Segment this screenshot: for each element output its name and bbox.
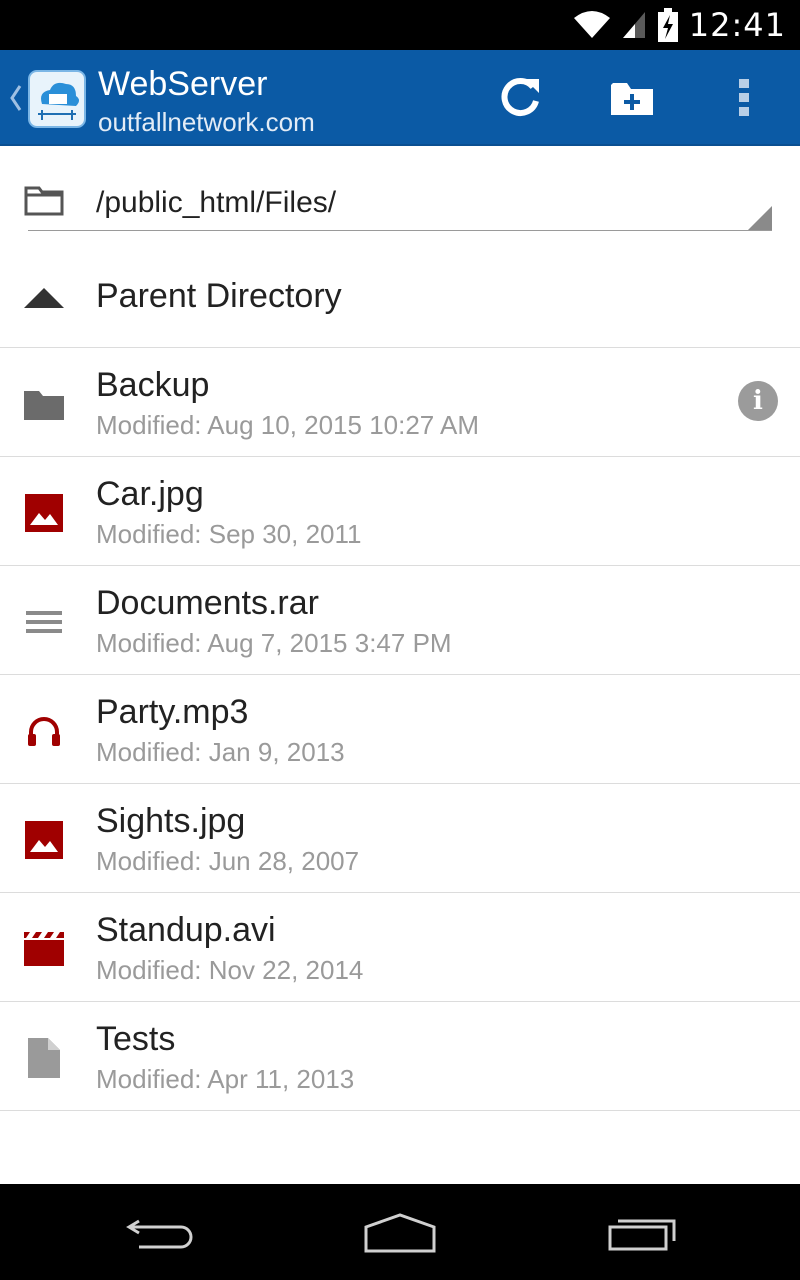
action-bar: WebServer outfallnetwork.com: [0, 50, 800, 146]
current-path: /public_html/Files/: [96, 186, 337, 219]
recents-icon: [608, 1219, 676, 1251]
app-logo-icon[interactable]: [28, 70, 86, 128]
item-name: Sights.jpg: [96, 802, 246, 840]
video-icon: [24, 929, 64, 969]
list-item[interactable]: Party.mp3 Modified: Jan 9, 2013: [0, 675, 800, 784]
info-icon: i: [753, 386, 763, 416]
item-name: Car.jpg: [96, 475, 204, 513]
item-name: Party.mp3: [96, 693, 249, 731]
list-item[interactable]: Standup.avi Modified: Nov 22, 2014: [0, 893, 800, 1002]
archive-icon: [24, 602, 64, 642]
item-modified: Modified: Jan 9, 2013: [96, 737, 345, 767]
back-button[interactable]: [120, 1208, 200, 1258]
image-icon: [24, 820, 64, 860]
item-name: Tests: [96, 1020, 176, 1058]
item-modified: Modified: Jun 28, 2007: [96, 846, 360, 876]
item-name: Documents.rar: [96, 584, 319, 622]
item-modified: Modified: Sep 30, 2011: [96, 519, 362, 549]
status-time: 12:41: [688, 6, 786, 44]
refresh-button[interactable]: [490, 68, 550, 128]
parent-directory-row[interactable]: Parent Directory: [0, 240, 800, 348]
overflow-menu-button[interactable]: [714, 68, 774, 128]
info-button[interactable]: i: [738, 381, 778, 421]
app-title: WebServer: [98, 65, 268, 103]
folder-outline-icon: [24, 186, 64, 216]
refresh-icon: [501, 78, 539, 116]
back-arrow-icon: [126, 1219, 193, 1249]
item-name: Backup: [96, 366, 210, 404]
path-selector[interactable]: /public_html/Files/: [0, 146, 800, 240]
file-list: Parent Directory Backup Modified: Aug 10…: [0, 240, 800, 1111]
battery-charging-icon: [657, 8, 678, 42]
headphones-icon: [24, 711, 64, 751]
list-item[interactable]: Backup Modified: Aug 10, 2015 10:27 AM i: [0, 348, 800, 457]
more-vertical-icon: [739, 79, 749, 116]
item-modified: Modified: Apr 11, 2013: [96, 1064, 355, 1094]
document-icon: [24, 1038, 64, 1078]
recents-button[interactable]: [602, 1208, 682, 1258]
folder-add-icon: [611, 83, 653, 115]
item-modified: Modified: Aug 7, 2015 3:47 PM: [96, 628, 452, 658]
item-modified: Modified: Aug 10, 2015 10:27 AM: [96, 410, 480, 440]
list-item[interactable]: Sights.jpg Modified: Jun 28, 2007: [0, 784, 800, 893]
parent-directory-label: Parent Directory: [96, 277, 342, 315]
list-item[interactable]: Tests Modified: Apr 11, 2013: [0, 1002, 800, 1111]
folder-icon: [24, 384, 64, 424]
arrow-up-icon: [24, 288, 64, 308]
chevron-left-icon[interactable]: [6, 80, 24, 116]
dropdown-corner-icon: [748, 206, 772, 230]
image-icon: [24, 493, 64, 533]
cell-signal-icon: [622, 12, 645, 38]
home-button[interactable]: [360, 1208, 440, 1258]
status-bar: 12:41: [0, 0, 800, 50]
wifi-icon: [573, 11, 610, 38]
item-modified: Modified: Nov 22, 2014: [96, 955, 364, 985]
navigation-bar: [0, 1184, 800, 1280]
app-subtitle: outfallnetwork.com: [98, 107, 315, 137]
list-item[interactable]: Documents.rar Modified: Aug 7, 2015 3:47…: [0, 566, 800, 675]
home-icon: [364, 1213, 436, 1253]
path-underline: [28, 230, 772, 231]
item-name: Standup.avi: [96, 911, 276, 949]
new-folder-button[interactable]: [602, 68, 662, 128]
list-item[interactable]: Car.jpg Modified: Sep 30, 2011: [0, 457, 800, 566]
